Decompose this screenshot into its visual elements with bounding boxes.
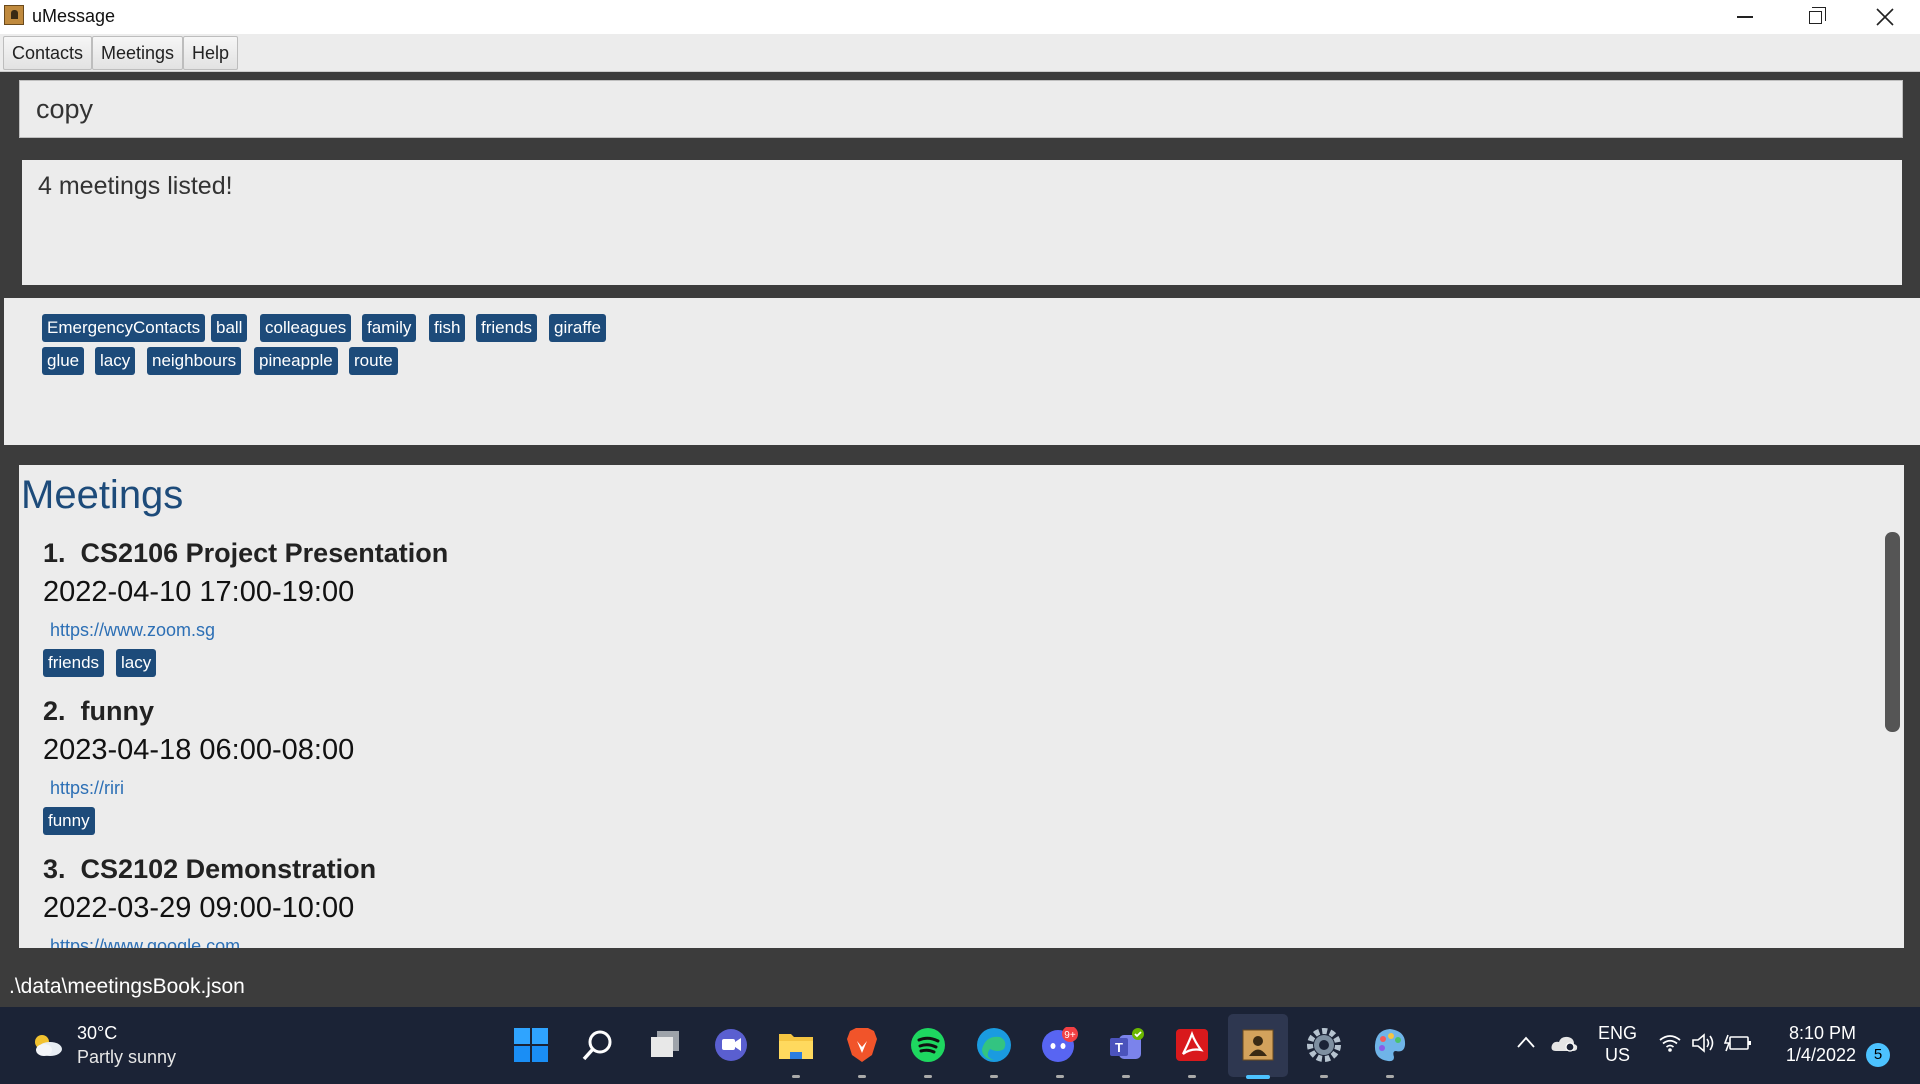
menu-bar: Contacts Meetings Help [0,34,1920,72]
meeting-link[interactable]: https://www.google.com [50,936,240,948]
result-message: 4 meetings listed! [38,172,233,200]
weather-temperature: 30°C [77,1023,118,1043]
settings-icon[interactable] [1304,1025,1344,1065]
tag-chip[interactable]: neighbours [147,347,242,375]
chevron-up-icon [1517,1036,1535,1048]
discord-badge: 9+ [1064,1030,1076,1041]
meeting-title: 2. funny [43,696,155,726]
command-input[interactable]: copy [36,94,93,125]
minimize-button[interactable] [1710,0,1780,34]
tag-chip[interactable]: EmergencyContacts [42,314,206,342]
chat-icon[interactable] [711,1025,751,1065]
restore-button[interactable] [1780,0,1850,34]
running-indicator [1188,1075,1196,1078]
minimize-icon [1737,16,1753,18]
meeting-title: 3. CS2102 Demonstration [43,854,377,884]
task-view-icon[interactable] [645,1025,685,1065]
running-indicator [1122,1075,1130,1078]
meeting-title: 1. CS2106 Project Presentation [43,538,449,568]
tag-chip[interactable]: lacy [95,347,136,375]
restore-icon [1808,6,1826,24]
partly-sunny-icon [35,1035,62,1056]
network-volume-battery-group[interactable] [1658,1033,1752,1058]
meeting-tag: funny [43,807,95,835]
meeting-tag: lacy [116,649,157,677]
brave-browser-icon[interactable] [842,1025,882,1065]
save-location: .\data\meetingsBook.json [9,975,245,998]
tag-chip[interactable]: pineapple [254,347,338,375]
meeting-datetime: 2022-04-10 17:00-19:00 [43,576,355,608]
tag-chip[interactable]: giraffe [549,314,606,342]
spotify-icon[interactable] [908,1025,948,1065]
battery-charging-icon [1723,1034,1752,1052]
onedrive-icon[interactable] [1550,1033,1578,1058]
language-indicator[interactable]: ENG US [1598,1022,1637,1066]
status-bar: .\data\meetingsBook.json [0,965,1920,1007]
paint-icon[interactable] [1370,1025,1410,1065]
file-explorer-icon[interactable] [776,1025,816,1065]
tag-chip[interactable]: family [362,314,417,342]
title-bar: uMessage [0,0,1920,34]
meeting-datetime: 2023-04-18 06:00-08:00 [43,734,355,766]
language-code: ENG [1598,1023,1638,1043]
close-button[interactable] [1850,0,1920,34]
meetings-list-panel[interactable]: Meetings 1. CS2106 Project Presentation … [19,465,1903,948]
running-indicator [858,1075,866,1078]
command-input-box[interactable]: copy [19,80,1903,138]
running-indicator [1386,1075,1394,1078]
clock-time: 8:10 PM [1788,1023,1856,1043]
tag-chip[interactable]: ball [211,314,248,342]
close-icon [1876,8,1894,26]
meeting-tag: friends [43,649,105,677]
clock-date: 1/4/2022 [1785,1045,1856,1065]
edge-icon[interactable] [974,1025,1014,1065]
menu-meetings[interactable]: Meetings [92,36,184,70]
tag-chip[interactable]: friends [476,314,538,342]
umessage-app-icon [4,5,24,25]
meeting-datetime: 2022-03-29 09:00-10:00 [43,892,355,924]
teams-icon[interactable]: T [1106,1025,1146,1065]
discord-icon[interactable]: 9+ [1040,1025,1080,1065]
meetings-heading: Meetings [21,473,184,517]
meetings-scrollbar-thumb[interactable] [1885,532,1900,732]
windows-start-icon[interactable] [511,1025,551,1065]
running-indicator [990,1075,998,1078]
search-icon[interactable] [578,1025,618,1065]
umessage-icon[interactable] [1238,1025,1278,1065]
volume-icon [1692,1033,1714,1053]
running-indicator [1320,1075,1328,1078]
running-indicator [792,1075,800,1078]
meeting-link[interactable]: https://riri [50,778,124,799]
tag-chip[interactable]: glue [42,347,85,375]
tag-chip[interactable]: colleagues [260,314,352,342]
svg-text:T: T [1115,1040,1123,1055]
window-title: uMessage [32,6,116,26]
taskbar: 30°C Partly sunny 9+ T ENG US 8:10 PM 1/… [0,1007,1920,1084]
notification-count-badge[interactable]: 5 [1866,1043,1890,1067]
tag-chip[interactable]: route [349,347,398,375]
keyboard-region: US [1605,1045,1631,1065]
running-indicator [924,1075,932,1078]
active-app-indicator [1246,1075,1270,1079]
show-hidden-icons[interactable] [1516,1033,1536,1054]
menu-help[interactable]: Help [183,36,239,70]
meeting-link[interactable]: https://www.zoom.sg [50,620,215,641]
weather-description: Partly sunny [77,1047,177,1067]
tag-chip[interactable]: fish [429,314,466,342]
result-display: 4 meetings listed! [22,160,1902,285]
running-indicator [1056,1075,1064,1078]
wifi-icon [1659,1035,1681,1052]
acrobat-icon[interactable] [1172,1025,1212,1065]
clock[interactable]: 8:10 PM 1/4/2022 [1780,1022,1856,1066]
menu-contacts[interactable]: Contacts [3,36,93,70]
tag-list-panel: EmergencyContacts ball colleagues family… [4,298,1920,445]
